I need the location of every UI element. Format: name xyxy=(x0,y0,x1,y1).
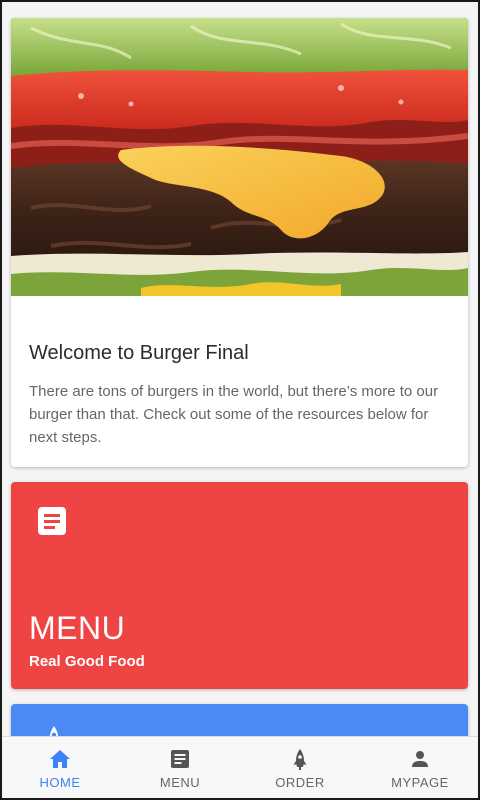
tab-order-label: ORDER xyxy=(275,775,325,790)
person-icon xyxy=(412,751,428,767)
tab-menu-label: MENU xyxy=(159,775,201,790)
burger-hero-image xyxy=(11,18,468,296)
bottom-tab-bar: HOME MENU ORDER MYPAGE xyxy=(0,736,480,800)
tab-home[interactable]: HOME xyxy=(0,737,120,800)
menu-icon xyxy=(171,750,189,768)
welcome-card: Welcome to Burger Final There are tons o… xyxy=(11,18,468,467)
document-icon xyxy=(38,507,66,535)
content-scroll-area[interactable]: Welcome to Burger Final There are tons o… xyxy=(0,0,480,736)
menu-card-title: MENU xyxy=(29,610,126,646)
order-card[interactable] xyxy=(11,704,468,736)
tab-order[interactable]: ORDER xyxy=(240,737,360,800)
home-icon xyxy=(50,750,70,768)
tab-mypage[interactable]: MYPAGE xyxy=(360,737,480,800)
tab-menu[interactable]: MENU xyxy=(120,737,240,800)
welcome-title: Welcome to Burger Final xyxy=(29,342,249,364)
menu-card-subtitle: Real Good Food xyxy=(29,653,145,670)
tab-mypage-label: MYPAGE xyxy=(391,775,449,790)
welcome-description: There are tons of burgers in the world, … xyxy=(29,383,439,446)
tab-home-label: HOME xyxy=(39,775,81,790)
rocket-icon xyxy=(49,726,59,736)
menu-card[interactable]: MENU Real Good Food xyxy=(11,482,468,689)
rocket-icon xyxy=(293,749,307,770)
